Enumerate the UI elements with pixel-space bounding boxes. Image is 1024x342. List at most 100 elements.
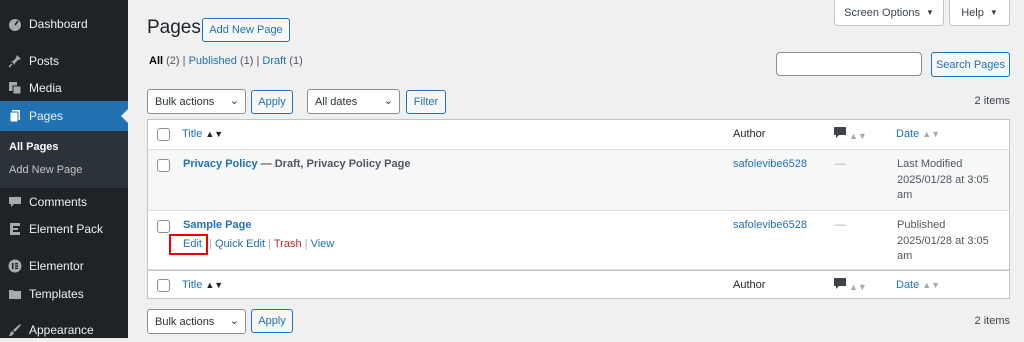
view-published-count: (1)	[239, 55, 254, 67]
menu-label: Media	[29, 81, 62, 95]
filter-button[interactable]: Filter	[406, 90, 446, 114]
chevron-down-icon: ⌄	[229, 95, 239, 107]
date-ampm: am	[897, 250, 913, 262]
view-filters: All (2) | Published (1) | Draft (1)	[149, 55, 303, 67]
dates-value: All dates	[315, 95, 358, 108]
view-published[interactable]: Published	[189, 55, 237, 67]
menu-element-pack[interactable]: Element Pack	[0, 217, 128, 241]
menu-comments[interactable]: Comments	[0, 190, 128, 214]
pages-submenu: All Pages Add New Page	[0, 131, 128, 188]
author-link[interactable]: safolevibe6528	[733, 219, 807, 231]
sort-icon: ▲▼	[849, 131, 867, 141]
view-draft[interactable]: Draft	[262, 55, 286, 67]
date-cell: Published 2025/01/28 at 3:05 am	[897, 218, 1007, 265]
menu-label: Appearance	[29, 323, 94, 337]
chevron-down-icon: ⌄	[229, 315, 239, 327]
column-author: Author	[733, 279, 766, 291]
row-checkbox[interactable]	[157, 220, 170, 233]
comments-icon[interactable]: ▲▼	[834, 127, 867, 142]
date-ampm: am	[897, 189, 913, 201]
admin-sidebar: Dashboard Posts Media Pages All Pages Ad…	[0, 0, 128, 338]
view-draft-count: (1)	[289, 55, 303, 67]
sort-icon: ▲▼	[849, 282, 867, 292]
comment-count: —	[835, 158, 846, 170]
sort-icon: ▲▼	[205, 280, 224, 290]
sort-icon: ▲▼	[922, 129, 941, 139]
caret-down-icon: ▼	[925, 8, 934, 17]
date-status: Published	[897, 219, 946, 231]
bulk-actions-select[interactable]: Bulk actions ⌄	[147, 89, 246, 114]
brush-icon	[7, 322, 23, 338]
sort-icon: ▲▼	[205, 129, 224, 139]
help-label: Help	[961, 6, 984, 19]
column-title[interactable]: Title ▲▼	[182, 128, 223, 140]
menu-label: Templates	[29, 287, 84, 301]
screen-options-button[interactable]: Screen Options ▼	[834, 0, 944, 26]
menu-posts[interactable]: Posts	[0, 49, 128, 73]
view-link[interactable]: View	[311, 238, 335, 250]
menu-label: Elementor	[29, 259, 84, 273]
pages-icon	[7, 108, 23, 124]
page-title-text[interactable]: Privacy Policy	[183, 158, 258, 170]
menu-label: Element Pack	[29, 222, 104, 236]
menu-pages[interactable]: Pages	[0, 101, 128, 131]
page-title-link[interactable]: Sample Page	[183, 219, 251, 231]
quick-edit-link[interactable]: Quick Edit	[215, 238, 265, 250]
page-title-text[interactable]: Sample Page	[183, 219, 251, 231]
menu-templates[interactable]: Templates	[0, 282, 128, 306]
view-all-count: (2)	[166, 55, 180, 67]
column-date[interactable]: Date ▲▼	[896, 279, 940, 291]
comment-count: —	[835, 219, 846, 231]
apply-button-bottom[interactable]: Apply	[251, 309, 293, 333]
table-row: Privacy Policy — Draft, Privacy Policy P…	[148, 150, 1009, 211]
bulk-actions-select-bottom[interactable]: Bulk actions ⌄	[147, 309, 246, 334]
menu-elementor[interactable]: Elementor	[0, 254, 128, 278]
table-footer: Title ▲▼ Author ▲▼ Date ▲▼	[148, 270, 1009, 299]
apply-button[interactable]: Apply	[251, 90, 293, 114]
date-value: 2025/01/28 at 3:05	[897, 234, 989, 247]
chevron-down-icon: ⌄	[383, 95, 393, 107]
table-header: Title ▲▼ Author ▲▼ Date ▲▼	[148, 120, 1009, 150]
comments-icon	[7, 194, 23, 210]
main-content: Screen Options ▼ Help ▼ Pages Add New Page…	[128, 0, 1024, 338]
submenu-add-new-page[interactable]: Add New Page	[9, 164, 82, 176]
page-title: Pages	[147, 17, 201, 38]
date-value: 2025/01/28 at 3:05	[897, 173, 989, 186]
menu-label: Pages	[29, 109, 64, 123]
view-all[interactable]: All	[149, 55, 163, 67]
dates-select[interactable]: All dates ⌄	[307, 89, 400, 114]
trash-link[interactable]: Trash	[274, 238, 302, 250]
date-status: Last Modified	[897, 158, 963, 170]
menu-dashboard[interactable]: Dashboard	[0, 12, 128, 36]
edit-link[interactable]: Edit	[169, 234, 208, 255]
items-count: 2 items	[974, 95, 1010, 107]
media-icon	[7, 80, 23, 96]
select-all-checkbox[interactable]	[157, 279, 170, 292]
select-all-checkbox[interactable]	[157, 128, 170, 141]
row-checkbox[interactable]	[157, 159, 170, 172]
pin-icon	[7, 53, 23, 69]
column-date[interactable]: Date ▲▼	[896, 128, 940, 140]
folder-icon	[7, 286, 23, 302]
author-link[interactable]: safolevibe6528	[733, 158, 807, 170]
column-date-label: Date	[896, 279, 920, 291]
row-actions: Edit | Quick Edit | Trash | View	[169, 234, 335, 255]
menu-label: Dashboard	[29, 17, 88, 31]
items-count-bottom: 2 items	[974, 315, 1010, 327]
menu-label: Posts	[29, 54, 60, 68]
menu-appearance[interactable]: Appearance	[0, 318, 128, 342]
pages-table: Title ▲▼ Author ▲▼ Date ▲▼ Privacy Policy …	[147, 119, 1010, 299]
comments-icon[interactable]: ▲▼	[834, 278, 867, 293]
elementor-icon	[7, 258, 23, 274]
bulk-actions-value: Bulk actions	[155, 95, 215, 108]
submenu-all-pages[interactable]: All Pages	[9, 141, 59, 153]
element-pack-icon	[7, 221, 23, 237]
menu-media[interactable]: Media	[0, 76, 128, 100]
sort-icon: ▲▼	[922, 280, 941, 290]
search-pages-button[interactable]: Search Pages	[931, 52, 1010, 77]
page-title-link[interactable]: Privacy Policy — Draft, Privacy Policy P…	[183, 158, 410, 170]
search-input[interactable]	[776, 52, 922, 76]
help-button[interactable]: Help ▼	[949, 0, 1010, 26]
add-new-page-button[interactable]: Add New Page	[202, 18, 290, 42]
column-title[interactable]: Title ▲▼	[182, 279, 223, 291]
